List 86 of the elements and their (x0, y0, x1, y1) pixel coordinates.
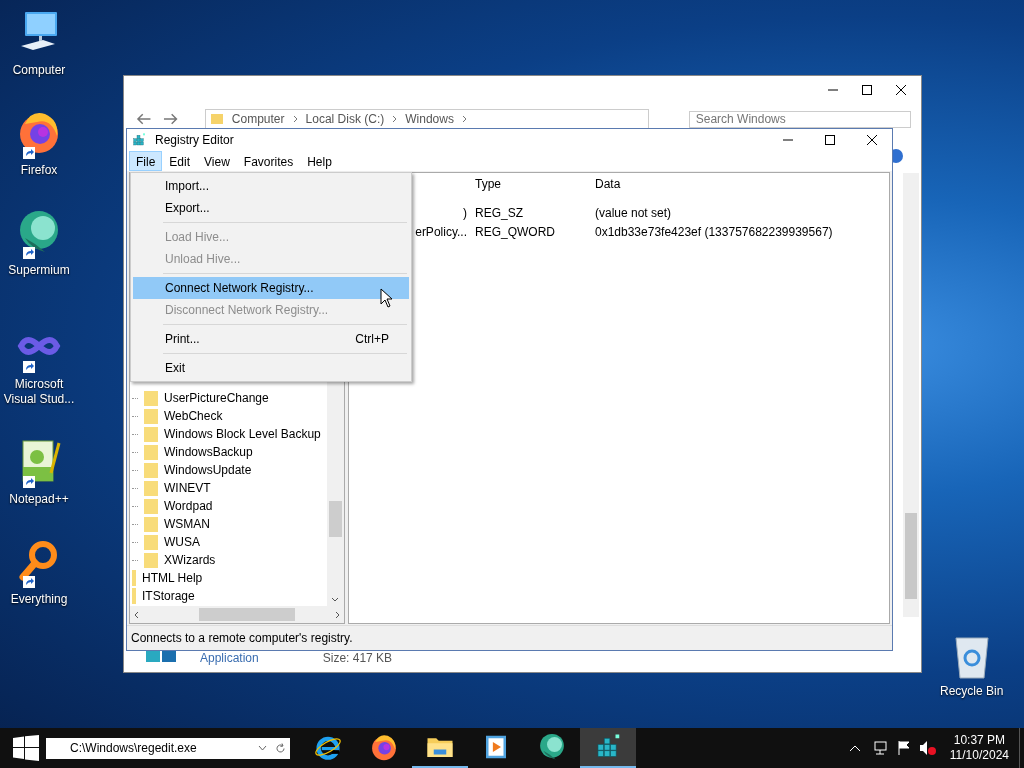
tree-item[interactable]: WindowsBackup (164, 445, 253, 459)
window-title: Registry Editor (155, 133, 234, 147)
folder-icon (144, 552, 158, 568)
registry-cubes-icon[interactable] (131, 132, 147, 148)
desktop-icon-label[interactable]: Supermium (8, 263, 70, 278)
value-data: 0x1db33e73fe423ef (133757682239939567) (595, 224, 833, 239)
folder-icon (144, 534, 158, 550)
tree-item[interactable]: WindowsUpdate (164, 463, 252, 477)
file-size-text: Size: 417 KB (322, 651, 393, 665)
menu-item[interactable]: File (129, 151, 163, 171)
chevron-up-icon[interactable] (848, 744, 861, 752)
tree-item[interactable]: XWizards (164, 553, 216, 567)
column-header[interactable]: Type (475, 177, 595, 191)
desktop-icon-label[interactable]: Computer (12, 63, 66, 78)
desktop-icon-label[interactable]: Microsoft Visual Stud... (2, 377, 76, 407)
scroll-left-icon[interactable] (134, 610, 139, 619)
folder-icon (132, 570, 136, 586)
close-icon[interactable] (895, 84, 907, 96)
chevron-icon (292, 115, 298, 123)
menu-item[interactable]: Help (300, 151, 339, 171)
firefox-icon (369, 732, 399, 762)
menu-item[interactable]: View (197, 151, 237, 171)
folder-icon (144, 408, 158, 424)
file-type-text: Application (200, 651, 259, 665)
value-data: (value not set) (595, 205, 672, 220)
forward-arrow-icon[interactable] (163, 113, 179, 125)
menu-item[interactable]: Print... Ctrl+P (133, 328, 409, 350)
back-arrow-icon[interactable] (136, 113, 152, 125)
search-field[interactable]: Search Windows (688, 110, 911, 128)
desktop-icon-label[interactable]: Everything (10, 592, 68, 607)
folder-icon (209, 112, 224, 126)
windows-logo-icon[interactable] (13, 735, 39, 761)
clock[interactable]: 10:37 PM 11/10/2024 (949, 733, 1009, 763)
folder-icon (144, 498, 158, 514)
flag-icon[interactable] (895, 740, 912, 756)
chevron-icon (461, 115, 467, 123)
folder-icon (144, 480, 158, 496)
breadcrumb-item[interactable]: Local Disk (C:) (305, 112, 385, 126)
tree-item[interactable]: Windows Block Level Backup (164, 427, 321, 441)
folder-icon (144, 462, 158, 478)
scroll-thumb[interactable] (199, 608, 295, 621)
maximize-icon[interactable] (824, 134, 836, 146)
mouse-pointer-icon (380, 288, 393, 308)
breadcrumb-item[interactable]: Computer (231, 112, 285, 126)
folder-icon (144, 516, 158, 532)
tree-item[interactable]: Wordpad (164, 499, 213, 513)
folder-icon (132, 588, 136, 604)
menu-item[interactable]: Import... (133, 175, 409, 197)
scrollbar[interactable] (130, 606, 344, 623)
desktop-icon-label[interactable]: Recycle Bin (940, 684, 1004, 699)
close-icon[interactable] (866, 134, 878, 146)
menu-item[interactable]: Exit (133, 357, 409, 379)
tree-item[interactable]: WebCheck (164, 409, 223, 423)
supermium-icon (537, 732, 567, 762)
tree-item[interactable]: HTML Help (142, 571, 203, 585)
chevron-icon (392, 115, 398, 123)
status-text: Connects to a remote computer's registry. (131, 631, 353, 645)
column-header[interactable]: Data (595, 177, 621, 191)
folder-icon (144, 426, 158, 442)
menu-item[interactable]: Connect Network Registry... (133, 277, 409, 299)
scroll-down-icon[interactable] (331, 597, 339, 602)
folder-icon (144, 444, 158, 460)
value-type: REG_QWORD (475, 224, 556, 239)
address-field[interactable]: C:\Windows\regedit.exe (46, 737, 290, 759)
dropdown-icon[interactable] (258, 745, 267, 751)
scroll-thumb[interactable] (905, 513, 917, 599)
tree-item[interactable]: WINEVT (164, 481, 211, 495)
scrollbar[interactable] (903, 173, 919, 617)
scroll-right-icon[interactable] (335, 610, 340, 619)
scroll-thumb[interactable] (329, 501, 342, 537)
desktop-icon-label[interactable]: Firefox (20, 163, 58, 178)
network-icon[interactable] (872, 740, 889, 756)
tree-item[interactable]: WUSA (164, 535, 200, 549)
desktop-icon-label[interactable]: Notepad++ (9, 492, 69, 507)
menu-item[interactable]: Export... (133, 197, 409, 219)
tree-item[interactable]: UserPictureChange (164, 391, 269, 405)
tree-item[interactable]: ITStorage (142, 589, 195, 603)
menu-item[interactable]: Edit (162, 151, 198, 171)
value-type: REG_SZ (475, 205, 524, 220)
menu-item[interactable]: Favorites (236, 151, 301, 171)
breadcrumb-item[interactable]: Windows (405, 112, 454, 126)
tree-item[interactable]: WSMAN (164, 517, 210, 531)
folder-icon (144, 390, 158, 406)
maximize-icon[interactable] (861, 84, 873, 96)
refresh-icon[interactable] (275, 742, 286, 754)
muted-speaker-icon[interactable] (918, 740, 937, 756)
